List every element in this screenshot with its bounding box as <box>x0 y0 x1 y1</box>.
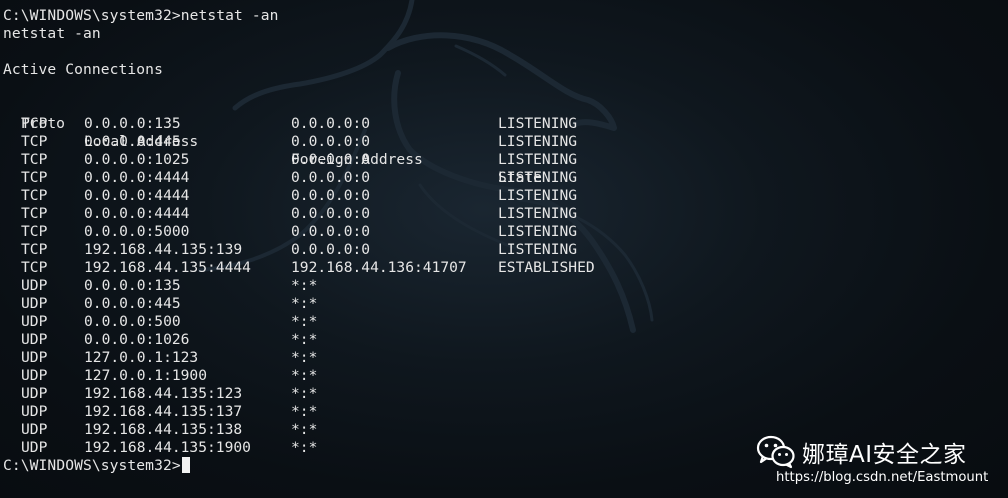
cell-proto: TCP <box>21 133 48 150</box>
echo-line: netstat -an <box>3 25 101 42</box>
cell-foreign-address: 0.0.0.0:0 <box>291 241 371 258</box>
prompt-text: C:\WINDOWS\system32> <box>3 457 181 474</box>
cell-foreign-address: 192.168.44.136:41707 <box>291 259 467 276</box>
cell-local-address: 0.0.0.0:1025 <box>84 151 190 168</box>
table-row: UDP 127.0.0.1:123 *:* <box>3 349 1003 367</box>
cell-proto: TCP <box>21 169 48 186</box>
cell-foreign-address: *:* <box>291 403 318 420</box>
cell-foreign-address: *:* <box>291 313 318 330</box>
command-line: C:\WINDOWS\system32>netstat -an <box>3 7 279 24</box>
watermark: 娜璋AI安全之家 <box>756 434 967 470</box>
table-row: TCP 0.0.0.0:4444 0.0.0.0:0 LISTENING <box>3 169 1003 187</box>
cell-proto: TCP <box>21 259 48 276</box>
cell-proto: UDP <box>21 277 48 294</box>
table-row: TCP 0.0.0.0:4444 0.0.0.0:0 LISTENING <box>3 187 1003 205</box>
table-row: TCP 0.0.0.0:445 0.0.0.0:0 LISTENING <box>3 133 1003 151</box>
table-row: TCP 0.0.0.0:135 0.0.0.0:0 LISTENING <box>3 115 1003 133</box>
cell-proto: TCP <box>21 151 48 168</box>
cell-proto: TCP <box>21 115 48 132</box>
cell-foreign-address: 0.0.0.0:0 <box>291 151 371 168</box>
cell-local-address: 0.0.0.0:4444 <box>84 205 190 222</box>
table-row: UDP 192.168.44.135:137 *:* <box>3 403 1003 421</box>
cell-local-address: 0.0.0.0:445 <box>84 295 181 312</box>
cell-state: LISTENING <box>498 133 578 150</box>
cell-proto: UDP <box>21 331 48 348</box>
cell-local-address: 192.168.44.135:123 <box>84 385 243 402</box>
table-row: UDP 0.0.0.0:500 *:* <box>3 313 1003 331</box>
cell-proto: UDP <box>21 349 48 366</box>
cell-local-address: 127.0.0.1:1900 <box>84 367 208 384</box>
cell-proto: UDP <box>21 403 48 420</box>
cell-foreign-address: *:* <box>291 349 318 366</box>
table-row: UDP 127.0.0.1:1900 *:* <box>3 367 1003 385</box>
table-row: UDP 0.0.0.0:135 *:* <box>3 277 1003 295</box>
table-row: TCP 0.0.0.0:4444 0.0.0.0:0 LISTENING <box>3 205 1003 223</box>
connection-rows: TCP 0.0.0.0:135 0.0.0.0:0 LISTENING TCP 0.0.0… <box>3 115 1003 457</box>
cell-foreign-address: *:* <box>291 331 318 348</box>
section-title: Active Connections <box>3 61 163 78</box>
cell-proto: UDP <box>21 385 48 402</box>
cell-foreign-address: *:* <box>291 367 318 384</box>
cell-foreign-address: 0.0.0.0:0 <box>291 187 371 204</box>
table-row: UDP 192.168.44.135:123 *:* <box>3 385 1003 403</box>
cell-proto: UDP <box>21 313 48 330</box>
cell-local-address: 0.0.0.0:135 <box>84 115 181 132</box>
watermark-url: https://blog.csdn.net/Eastmount <box>776 470 989 485</box>
cell-foreign-address: *:* <box>291 277 318 294</box>
terminal-output: C:\WINDOWS\system32>netstat -an netstat … <box>3 7 1003 495</box>
cell-local-address: 0.0.0.0:500 <box>84 313 181 330</box>
cell-foreign-address: 0.0.0.0:0 <box>291 205 371 222</box>
cell-local-address: 0.0.0.0:445 <box>84 133 181 150</box>
cell-foreign-address: *:* <box>291 439 318 456</box>
cell-state: LISTENING <box>498 223 578 240</box>
cell-state: LISTENING <box>498 205 578 222</box>
watermark-title: 娜璋AI安全之家 <box>802 442 967 468</box>
table-row: TCP 0.0.0.0:1025 0.0.0.0:0 LISTENING <box>3 151 1003 169</box>
table-header: Proto Local Address Foreign Address Stat… <box>3 97 1003 186</box>
cell-foreign-address: 0.0.0.0:0 <box>291 133 371 150</box>
cell-proto: TCP <box>21 223 48 240</box>
cell-local-address: 192.168.44.135:4444 <box>84 259 251 276</box>
table-row: UDP 0.0.0.0:445 *:* <box>3 295 1003 313</box>
table-row: UDP 0.0.0.0:1026 *:* <box>3 331 1003 349</box>
cell-proto: UDP <box>21 439 48 456</box>
cell-state: LISTENING <box>498 115 578 132</box>
table-row: TCP 0.0.0.0:5000 0.0.0.0:0 LISTENING <box>3 223 1003 241</box>
cell-foreign-address: 0.0.0.0:0 <box>291 115 371 132</box>
cell-foreign-address: *:* <box>291 385 318 402</box>
cell-proto: UDP <box>21 367 48 384</box>
cell-proto: TCP <box>21 241 48 258</box>
cell-state: LISTENING <box>498 151 578 168</box>
table-row: TCP 192.168.44.135:4444 192.168.44.136:417… <box>3 259 1003 277</box>
cell-local-address: 0.0.0.0:135 <box>84 277 181 294</box>
cell-state: LISTENING <box>498 187 578 204</box>
cell-local-address: 192.168.44.135:137 <box>84 403 243 420</box>
cell-proto: TCP <box>21 205 48 222</box>
cell-local-address: 127.0.0.1:123 <box>84 349 199 366</box>
cell-local-address: 0.0.0.0:4444 <box>84 187 190 204</box>
cell-foreign-address: 0.0.0.0:0 <box>291 223 371 240</box>
cell-local-address: 192.168.44.135:138 <box>84 421 243 438</box>
cell-foreign-address: *:* <box>291 421 318 438</box>
cell-proto: UDP <box>21 421 48 438</box>
cell-local-address: 0.0.0.0:4444 <box>84 169 190 186</box>
cell-proto: TCP <box>21 187 48 204</box>
cell-local-address: 192.168.44.135:1900 <box>84 439 251 456</box>
cell-state: LISTENING <box>498 169 578 186</box>
cell-proto: UDP <box>21 295 48 312</box>
wechat-icon <box>756 435 795 469</box>
cell-local-address: 0.0.0.0:5000 <box>84 223 190 240</box>
cell-state: ESTABLISHED <box>498 259 595 276</box>
cell-local-address: 192.168.44.135:139 <box>84 241 243 258</box>
cell-local-address: 0.0.0.0:1026 <box>84 331 190 348</box>
table-row: TCP 192.168.44.135:139 0.0.0.0:0 LISTENING <box>3 241 1003 259</box>
cell-state: LISTENING <box>498 241 578 258</box>
text-cursor <box>181 457 190 473</box>
cell-foreign-address: *:* <box>291 295 318 312</box>
cell-foreign-address: 0.0.0.0:0 <box>291 169 371 186</box>
